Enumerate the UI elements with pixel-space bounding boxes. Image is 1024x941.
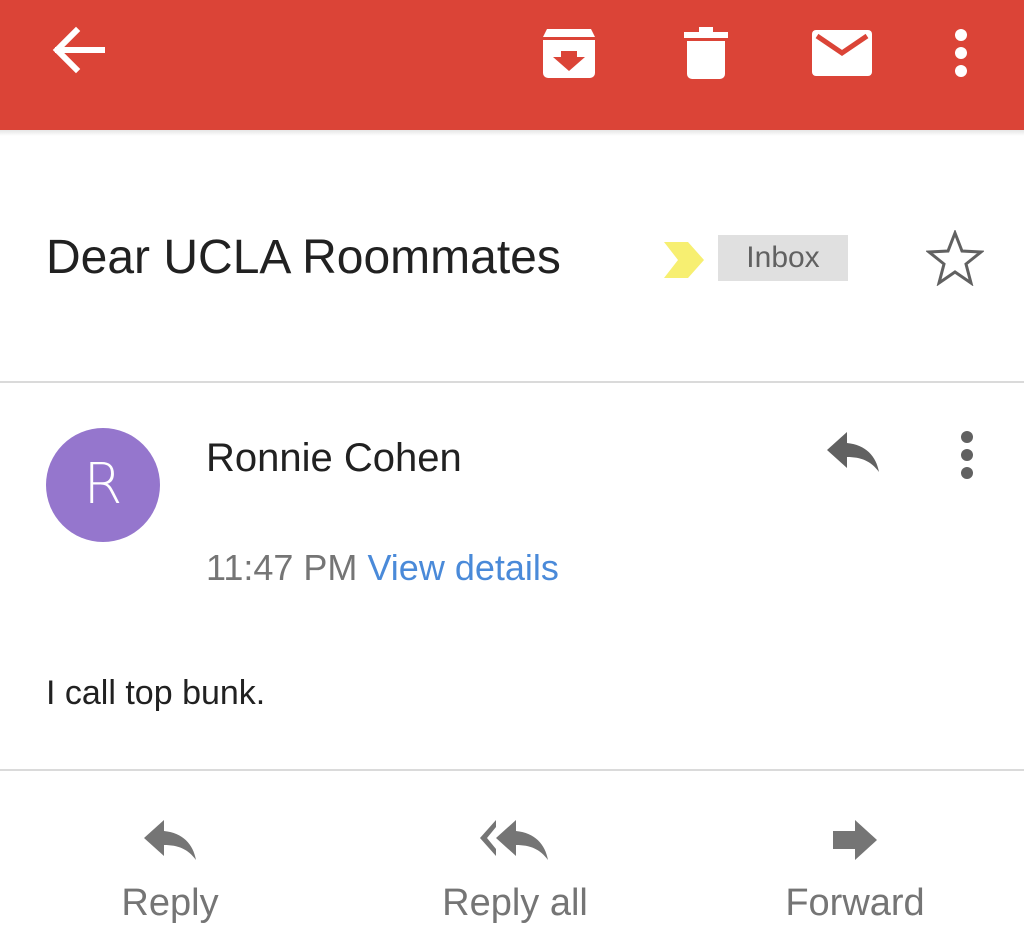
reply-all-button[interactable]: Reply all	[420, 810, 610, 935]
view-details-link[interactable]: View details	[367, 547, 558, 588]
more-options-button[interactable]	[936, 18, 986, 88]
message-body: I call top bunk.	[46, 674, 266, 712]
reply-all-label: Reply all	[442, 882, 588, 924]
app-bar-shadow	[0, 130, 1024, 136]
recipient-redacted	[206, 490, 376, 530]
reply-button[interactable]: Reply	[90, 810, 250, 935]
forward-label: Forward	[785, 882, 925, 924]
divider	[0, 769, 1024, 771]
message-more-button[interactable]	[944, 420, 990, 490]
archive-icon	[543, 29, 595, 78]
forward-button[interactable]: Forward	[760, 810, 950, 935]
star-outline-icon	[926, 230, 984, 286]
archive-button[interactable]	[534, 18, 604, 88]
more-vert-icon	[955, 29, 967, 77]
reply-icon	[142, 810, 198, 870]
reply-all-icon	[480, 810, 550, 870]
avatar[interactable]: R	[46, 428, 160, 542]
more-vert-icon	[961, 431, 973, 479]
reply-label: Reply	[121, 882, 219, 924]
trash-icon	[684, 27, 728, 79]
arrow-back-icon	[52, 26, 105, 74]
forward-icon	[831, 810, 879, 870]
divider	[0, 381, 1024, 383]
app-bar	[0, 0, 1024, 130]
mark-unread-button[interactable]	[804, 18, 880, 88]
star-button[interactable]	[922, 226, 988, 290]
subject-title: Dear UCLA Roommates	[46, 231, 561, 284]
importance-marker-icon	[664, 242, 704, 278]
sender-name: Ronnie Cohen	[206, 436, 462, 480]
importance-marker[interactable]	[662, 240, 706, 280]
back-button[interactable]	[40, 20, 116, 80]
message-time: 11:47 PM	[206, 547, 358, 588]
message-meta: 11:47 PM View details	[206, 543, 559, 593]
label-chip-inbox[interactable]: Inbox	[718, 235, 848, 281]
reply-icon	[827, 432, 879, 472]
mail-icon	[812, 30, 872, 76]
message-reply-button[interactable]	[820, 422, 886, 482]
delete-button[interactable]	[676, 18, 736, 88]
